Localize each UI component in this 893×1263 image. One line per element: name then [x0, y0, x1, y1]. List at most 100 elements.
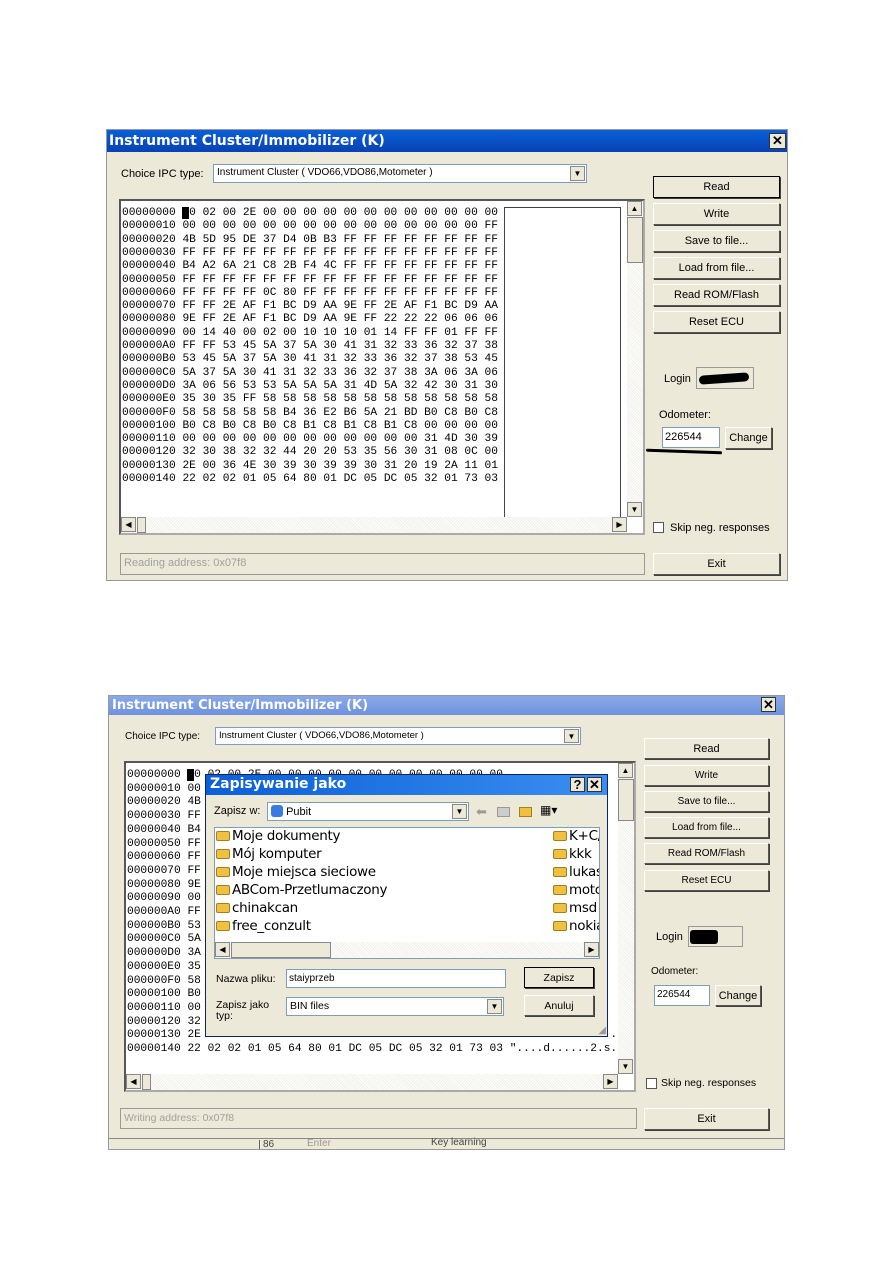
scroll-right-icon[interactable]: ▶ [612, 517, 627, 532]
help-button[interactable]: ? [570, 777, 585, 792]
read-button[interactable]: Read [644, 738, 769, 759]
close-button[interactable]: ✕ [761, 697, 776, 712]
hex-bytes: 00 00 00 00 00 00 00 00 00 00 00 00 00 0… [182, 220, 498, 233]
new-folder-icon[interactable] [519, 807, 532, 817]
odometer-input[interactable]: 226544 [654, 985, 710, 1006]
hex-address: 000000A0 [127, 906, 181, 918]
filename-input[interactable]: staiyprzeb [286, 969, 506, 988]
dialog-close-button[interactable]: ✕ [587, 777, 602, 792]
ascii-panel [504, 207, 621, 519]
hex-row: 00000130 2E 00 36 4E 30 39 30 39 39 30 3… [122, 460, 498, 473]
hex-ascii: "....d......2.s. [509, 1043, 618, 1055]
save-button[interactable]: Zapisz [524, 967, 594, 988]
read-button[interactable]: Read [653, 176, 780, 198]
dialog-title: Zapisywanie jako [210, 776, 347, 792]
file-name: chinakcan [232, 900, 298, 916]
change-button[interactable]: Change [715, 985, 761, 1006]
scroll-left-icon[interactable]: ◀ [121, 517, 136, 532]
file-item[interactable]: lukas [553, 864, 599, 880]
resize-grip-icon[interactable]: ◢ [598, 1025, 606, 1036]
ipc-type-select[interactable]: Instrument Cluster ( VDO66,VDO86,Motomet… [215, 727, 581, 745]
close-button[interactable]: ✕ [769, 133, 786, 149]
chevron-down-icon[interactable]: ▼ [452, 804, 467, 819]
scroll-down-icon[interactable]: ▼ [627, 502, 642, 517]
load-from-file-button[interactable]: Load from file... [653, 257, 780, 279]
hex-address: 00000120 [122, 446, 176, 459]
scroll-left-icon[interactable]: ◀ [126, 1074, 141, 1089]
hex-address: 00000070 [122, 300, 176, 313]
hex-bytes: 00 00 00 00 00 00 00 00 00 00 00 00 31 4… [182, 433, 498, 446]
hex-bytes: 2E 00 36 4E 30 39 30 39 39 30 31 20 19 2… [182, 459, 498, 472]
chevron-down-icon[interactable]: ▼ [564, 729, 579, 743]
type-select[interactable]: BIN files ▼ [286, 997, 504, 1016]
back-icon[interactable]: ⬅ [476, 804, 487, 820]
reset-ecu-button[interactable]: Reset ECU [653, 311, 780, 333]
write-button[interactable]: Write [653, 203, 780, 225]
underline-scribble [645, 448, 723, 455]
file-item[interactable]: nokia [553, 918, 599, 934]
hex-row: 00000050 FF FF FF FF FF FF FF FF FF FF F… [122, 274, 498, 287]
hex-row: 00000120 32 30 38 32 32 44 20 20 53 35 5… [122, 446, 498, 459]
cancel-button[interactable]: Anuluj [524, 995, 594, 1016]
read-rom-flash-button[interactable]: Read ROM/Flash [653, 284, 780, 306]
vertical-scrollbar[interactable]: ▲ ▼ [627, 201, 643, 517]
scroll-down-icon[interactable]: ▼ [618, 1059, 633, 1074]
odometer-input[interactable]: 226544 [662, 427, 720, 448]
file-item[interactable]: free_conzult [216, 918, 311, 934]
save-to-file-button[interactable]: Save to file... [653, 230, 780, 252]
ipc-type-select[interactable]: Instrument Cluster ( VDO66,VDO86,Motomet… [213, 164, 587, 183]
window-title: Instrument Cluster/Immobilizer (K) [107, 130, 787, 152]
save-to-file-button[interactable]: Save to file... [644, 791, 769, 812]
change-button[interactable]: Change [725, 427, 772, 449]
hex-row: 00000110 00 00 00 00 00 00 00 00 00 00 0… [122, 433, 498, 446]
hex-view[interactable]: 00000000 00 02 00 2E 00 00 00 00 00 00 0… [119, 199, 645, 535]
hex-address: 00000010 [122, 220, 176, 233]
horizontal-scrollbar[interactable]: ◀ ▶ [121, 517, 627, 533]
vertical-scrollbar[interactable]: ▲ ▼ [618, 763, 634, 1074]
scroll-left-icon[interactable]: ◀ [215, 942, 230, 957]
file-item[interactable]: msd [553, 900, 597, 916]
file-item[interactable]: kkk [553, 846, 592, 862]
hex-address: 00000090 [127, 892, 181, 905]
skip-neg-checkbox[interactable] [653, 522, 664, 533]
exit-button[interactable]: Exit [653, 553, 780, 575]
hex-address: 00000000 [122, 207, 176, 219]
file-item[interactable]: Moje miejsca sieciowe [216, 864, 376, 880]
login-field[interactable] [688, 926, 743, 947]
file-item[interactable]: motc [553, 882, 599, 898]
up-folder-icon[interactable] [497, 807, 510, 817]
chevron-down-icon[interactable]: ▼ [487, 999, 502, 1014]
file-item[interactable]: K+C/ [553, 828, 599, 844]
ipc-type-value: Instrument Cluster ( VDO66,VDO86,Motomet… [217, 167, 433, 178]
file-list[interactable]: Moje dokumenty Mój komputer Moje miejsca s… [214, 827, 600, 959]
exit-button[interactable]: Exit [644, 1108, 769, 1130]
scroll-right-icon[interactable]: ▶ [603, 1074, 618, 1089]
folder-icon [216, 903, 230, 913]
file-item[interactable]: Moje dokumenty [216, 828, 340, 844]
view-menu-icon[interactable]: ▦▾ [540, 803, 557, 817]
file-item[interactable]: Mój komputer [216, 846, 322, 862]
file-name: Mój komputer [232, 846, 322, 862]
file-item[interactable]: chinakcan [216, 900, 298, 916]
load-from-file-button[interactable]: Load from file... [644, 817, 769, 838]
write-button[interactable]: Write [644, 765, 769, 786]
hex-row: 000000D0 3A 06 56 53 53 5A 5A 5A 31 4D 5… [122, 380, 498, 393]
scroll-up-icon[interactable]: ▲ [627, 201, 642, 216]
horizontal-scrollbar[interactable]: ◀ ▶ [126, 1074, 618, 1090]
scroll-up-icon[interactable]: ▲ [618, 763, 633, 778]
strip-key-learning[interactable]: Key learning [431, 1138, 487, 1148]
file-list-hscroll[interactable]: ◀ ▶ [215, 942, 599, 958]
save-in-select[interactable]: Pubit ▼ [267, 802, 469, 821]
strip-enter[interactable]: Enter [307, 1139, 331, 1149]
read-rom-flash-button[interactable]: Read ROM/Flash [644, 843, 769, 864]
skip-neg-checkbox[interactable] [646, 1078, 657, 1089]
file-item[interactable]: ABCom-Przetlumaczony [216, 882, 387, 898]
scroll-right-icon[interactable]: ▶ [584, 942, 599, 957]
pubit-icon [271, 805, 283, 817]
hex-address: 00000050 [122, 273, 176, 286]
hex-bytes: FF FF 53 45 5A 37 5A 30 41 31 32 33 36 3… [182, 340, 498, 352]
chevron-down-icon[interactable]: ▼ [570, 166, 585, 181]
login-field[interactable] [696, 367, 754, 389]
reset-ecu-button[interactable]: Reset ECU [644, 870, 769, 891]
ipc-type-value: Instrument Cluster ( VDO66,VDO86,Motomet… [219, 730, 424, 741]
